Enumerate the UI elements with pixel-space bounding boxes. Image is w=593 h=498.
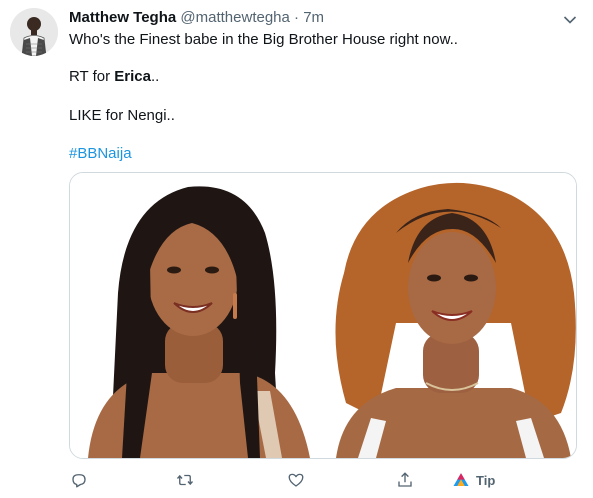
tip-button[interactable]: Tip <box>452 470 495 490</box>
author-handle[interactable]: @matthewtegha <box>180 9 289 26</box>
tip-label: Tip <box>476 472 496 488</box>
user-avatar <box>10 8 58 56</box>
separator-dot: · <box>294 9 300 26</box>
avatar[interactable] <box>10 8 58 56</box>
share-button[interactable] <box>396 470 414 490</box>
tweet-text-line-2: RT for Erica.. <box>69 67 159 87</box>
hashtag-link[interactable]: #BBNaija <box>69 144 132 164</box>
reply-icon <box>72 474 86 488</box>
author-name[interactable]: Matthew Tegha <box>69 9 176 26</box>
tweet-timestamp[interactable]: 7m <box>303 9 324 26</box>
like-button[interactable] <box>287 470 305 490</box>
tweet-media[interactable] <box>69 172 577 459</box>
retweet-button[interactable] <box>176 470 194 490</box>
tweet-text-line-1: Who's the Finest babe in the Big Brother… <box>69 31 458 48</box>
more-options-button[interactable] <box>563 12 577 24</box>
tweet-action-bar: Tip <box>0 470 593 490</box>
text-suffix: .. <box>151 68 160 85</box>
tip-icon <box>453 473 469 486</box>
photo-right[interactable] <box>326 173 577 458</box>
reply-button[interactable] <box>70 470 88 490</box>
photo-left[interactable] <box>70 173 322 458</box>
text-bold-name: Erica <box>114 68 151 85</box>
tweet-header: Matthew Tegha @matthewtegha · 7m <box>69 8 324 28</box>
share-icon <box>398 472 412 487</box>
text-prefix: RT for <box>69 68 115 85</box>
like-icon <box>288 473 304 487</box>
tweet-text-line-3: LIKE for Nengi.. <box>69 107 175 124</box>
retweet-icon <box>176 474 194 486</box>
chevron-down-icon <box>563 16 577 24</box>
